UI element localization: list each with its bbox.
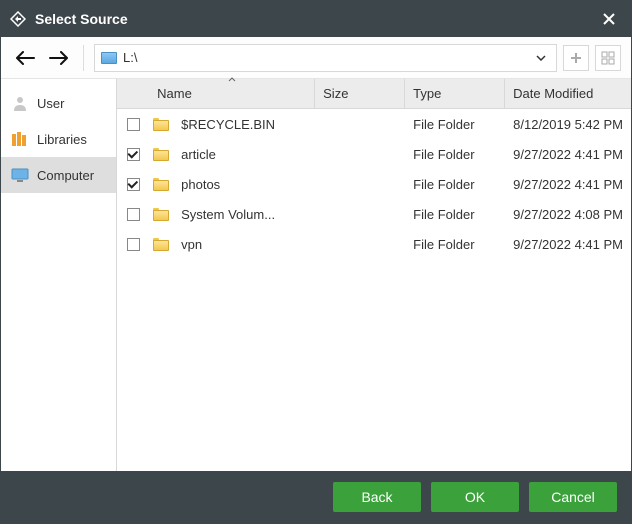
app-icon	[9, 10, 27, 28]
folder-icon	[149, 178, 173, 191]
row-date: 8/12/2019 5:42 PM	[505, 117, 631, 132]
row-checkbox[interactable]	[117, 148, 149, 161]
drive-icon	[101, 52, 117, 64]
column-header-date[interactable]: Date Modified	[505, 79, 631, 108]
row-date: 9/27/2022 4:41 PM	[505, 177, 631, 192]
row-checkbox[interactable]	[117, 238, 149, 251]
row-name: $RECYCLE.BIN	[173, 117, 315, 132]
path-dropdown-button[interactable]	[532, 49, 550, 67]
row-date: 9/27/2022 4:41 PM	[505, 237, 631, 252]
row-date: 9/27/2022 4:08 PM	[505, 207, 631, 222]
column-label: Type	[413, 86, 441, 101]
column-label: Size	[323, 86, 348, 101]
footer: Back OK Cancel	[1, 471, 631, 523]
user-icon	[11, 95, 29, 111]
sidebar-item-label: User	[37, 96, 64, 111]
view-mode-button[interactable]	[595, 45, 621, 71]
folder-icon	[149, 118, 173, 131]
nav-back-button[interactable]	[11, 44, 39, 72]
row-type: File Folder	[405, 237, 505, 252]
checkbox-icon	[127, 178, 140, 191]
folder-icon	[149, 148, 173, 161]
column-header-size[interactable]: Size	[315, 79, 405, 108]
table-row[interactable]: System Volum... File Folder 9/27/2022 4:…	[117, 199, 631, 229]
arrow-left-icon	[15, 51, 35, 65]
sidebar-item-user[interactable]: User	[1, 85, 116, 121]
title-text: Select Source	[35, 11, 595, 27]
grid-icon	[601, 51, 615, 65]
column-headers: Name Size Type Date Modified	[117, 79, 631, 109]
table-row[interactable]: vpn File Folder 9/27/2022 4:41 PM	[117, 229, 631, 259]
select-source-dialog: Select Source L:\	[0, 0, 632, 524]
table-row[interactable]: $RECYCLE.BIN File Folder 8/12/2019 5:42 …	[117, 109, 631, 139]
sidebar-item-label: Libraries	[37, 132, 87, 147]
path-label: L:\	[123, 50, 526, 65]
plus-icon	[569, 51, 583, 65]
libraries-icon	[11, 131, 29, 147]
row-name: article	[173, 147, 315, 162]
sidebar: User Libraries Computer	[1, 79, 117, 471]
row-type: File Folder	[405, 207, 505, 222]
sidebar-item-libraries[interactable]: Libraries	[1, 121, 116, 157]
folder-icon	[149, 238, 173, 251]
row-type: File Folder	[405, 147, 505, 162]
path-box[interactable]: L:\	[94, 44, 557, 72]
close-button[interactable]	[595, 5, 623, 33]
row-name: System Volum...	[173, 207, 315, 222]
sidebar-item-computer[interactable]: Computer	[1, 157, 116, 193]
back-button[interactable]: Back	[333, 482, 421, 512]
sort-ascending-icon	[228, 77, 236, 82]
chevron-down-icon	[536, 55, 546, 61]
new-folder-button[interactable]	[563, 45, 589, 71]
close-icon	[602, 12, 616, 26]
toolbar-separator	[83, 45, 84, 71]
folder-icon	[149, 208, 173, 221]
table-row[interactable]: photos File Folder 9/27/2022 4:41 PM	[117, 169, 631, 199]
row-checkbox[interactable]	[117, 208, 149, 221]
column-header-name[interactable]: Name	[149, 79, 315, 108]
column-label: Name	[157, 86, 192, 101]
cancel-button[interactable]: Cancel	[529, 482, 617, 512]
row-checkbox[interactable]	[117, 118, 149, 131]
column-label: Date Modified	[513, 86, 593, 101]
checkbox-icon	[127, 238, 140, 251]
row-name: photos	[173, 177, 315, 192]
row-type: File Folder	[405, 117, 505, 132]
file-list-panel: Name Size Type Date Modified $RECYCLE.BI…	[117, 79, 631, 471]
arrow-right-icon	[49, 51, 69, 65]
file-rows: $RECYCLE.BIN File Folder 8/12/2019 5:42 …	[117, 109, 631, 471]
sidebar-item-label: Computer	[37, 168, 94, 183]
column-header-checkbox	[117, 79, 149, 108]
titlebar: Select Source	[1, 1, 631, 37]
checkbox-icon	[127, 208, 140, 221]
nav-forward-button[interactable]	[45, 44, 73, 72]
row-checkbox[interactable]	[117, 178, 149, 191]
row-date: 9/27/2022 4:41 PM	[505, 147, 631, 162]
toolbar: L:\	[1, 37, 631, 79]
checkbox-icon	[127, 118, 140, 131]
table-row[interactable]: article File Folder 9/27/2022 4:41 PM	[117, 139, 631, 169]
checkbox-icon	[127, 148, 140, 161]
computer-icon	[11, 167, 29, 183]
row-name: vpn	[173, 237, 315, 252]
row-type: File Folder	[405, 177, 505, 192]
column-header-type[interactable]: Type	[405, 79, 505, 108]
ok-button[interactable]: OK	[431, 482, 519, 512]
